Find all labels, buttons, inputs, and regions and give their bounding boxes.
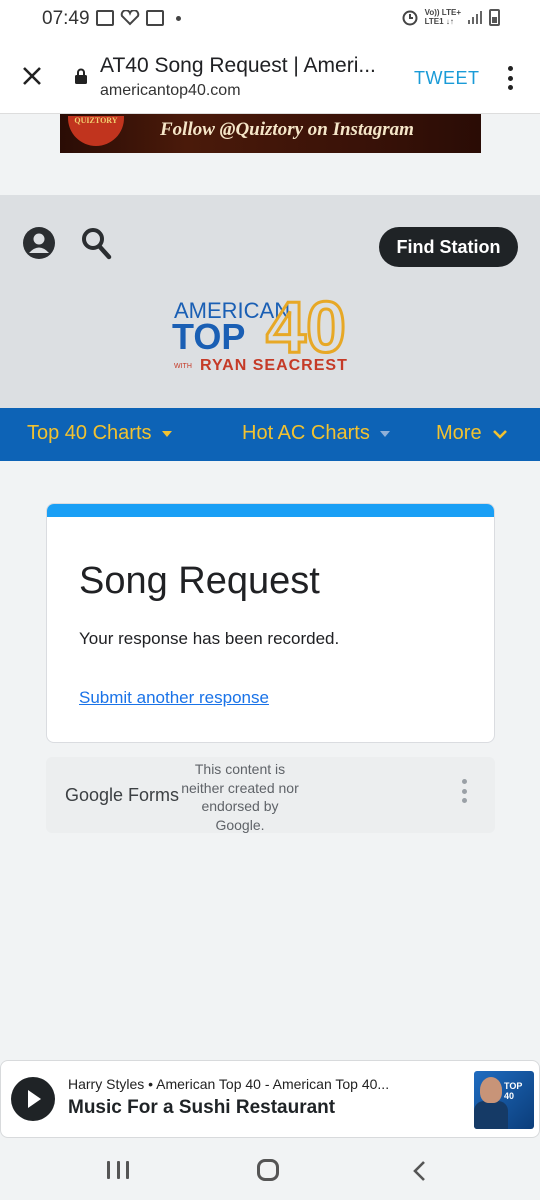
player-album-art[interactable]: TOP 40 xyxy=(474,1071,534,1129)
nav-hotac-charts[interactable]: Hot AC Charts xyxy=(242,422,390,445)
music-notification-icon xyxy=(96,10,114,26)
submit-another-response-link[interactable]: Submit another response xyxy=(79,688,269,708)
image-notification-icon xyxy=(146,10,164,26)
signal-icon xyxy=(468,11,482,24)
logo-line2: TOP xyxy=(172,316,245,357)
more-notifications-icon xyxy=(176,15,181,21)
player-track-title: Music For a Sushi Restaurant xyxy=(68,1097,336,1118)
art-figure-face xyxy=(480,1077,502,1103)
battery-icon xyxy=(489,8,500,26)
form-confirmation-card: Song Request Your response has been reco… xyxy=(46,503,495,743)
ad-badge-label: QUIZTORY xyxy=(74,116,118,125)
main-nav: Top 40 Charts Hot AC Charts More xyxy=(0,408,540,461)
page-title: AT40 Song Request | Ameri... xyxy=(100,54,376,77)
nav-top40-label: Top 40 Charts xyxy=(27,422,152,444)
status-right: Vo)) LTE+ LTE1 ↓↑ xyxy=(401,8,500,26)
ad-banner[interactable]: QUIZTORY Follow @Quiztory on Instagram xyxy=(60,114,481,153)
nav-top40-charts[interactable]: Top 40 Charts xyxy=(27,422,172,445)
chevron-down-icon xyxy=(161,430,172,437)
lock-icon xyxy=(75,68,87,84)
form-title: Song Request xyxy=(79,560,320,602)
logo-with: WITH xyxy=(174,363,192,370)
google-forms-logo[interactable]: Google Forms xyxy=(65,785,179,806)
status-time: 07:49 xyxy=(42,8,90,29)
back-icon[interactable] xyxy=(410,1159,430,1183)
tweet-button[interactable]: TWEET xyxy=(414,68,480,89)
search-icon[interactable] xyxy=(80,226,112,260)
nav-hotac-label: Hot AC Charts xyxy=(242,422,370,444)
user-account-icon[interactable] xyxy=(22,226,56,260)
audio-player: Harry Styles • American Top 40 - America… xyxy=(0,1060,540,1138)
page-url[interactable]: americantop40.com xyxy=(100,82,241,100)
form-confirmation-message: Your response has been recorded. xyxy=(79,629,340,648)
ad-text: Follow @Quiztory on Instagram xyxy=(160,119,414,140)
network-label-top: Vo)) LTE+ xyxy=(424,8,461,17)
system-nav-bar xyxy=(0,1140,540,1200)
notification-icons xyxy=(96,10,181,26)
status-bar: 07:49 Vo)) LTE+ LTE1 ↓↑ xyxy=(0,0,540,40)
player-subtitle: Harry Styles • American Top 40 - America… xyxy=(68,1076,390,1092)
more-vert-icon[interactable] xyxy=(460,779,468,803)
google-forms-footer: Google Forms This content is neither cre… xyxy=(46,757,495,833)
network-label-bottom: LTE1 ↓↑ xyxy=(424,17,454,26)
home-icon[interactable] xyxy=(257,1159,279,1181)
chevron-down-icon xyxy=(379,430,390,437)
american-top-40-logo[interactable]: AMERICAN TOP 40 WITH RYAN SEACREST xyxy=(172,292,372,374)
more-options-icon[interactable] xyxy=(500,64,520,92)
card-accent-bar xyxy=(47,504,494,517)
recent-apps-icon[interactable] xyxy=(107,1161,129,1179)
logo-host: RYAN SEACREST xyxy=(200,357,348,374)
nav-more[interactable]: More xyxy=(436,422,508,445)
chevron-down-icon xyxy=(492,429,507,439)
alarm-icon xyxy=(402,10,418,26)
art-figure-body xyxy=(474,1101,508,1129)
nav-more-label: More xyxy=(436,422,482,444)
health-notification-icon xyxy=(120,10,140,26)
google-forms-disclaimer: This content is neither created nor endo… xyxy=(181,761,299,833)
network-label: Vo)) LTE+ LTE1 ↓↑ xyxy=(425,8,461,26)
browser-toolbar: AT40 Song Request | Ameri... americantop… xyxy=(0,40,540,114)
play-button[interactable] xyxy=(11,1077,55,1121)
art-logo-text: TOP 40 xyxy=(504,1081,523,1101)
find-station-button[interactable]: Find Station xyxy=(379,227,518,267)
close-icon[interactable] xyxy=(18,62,46,90)
